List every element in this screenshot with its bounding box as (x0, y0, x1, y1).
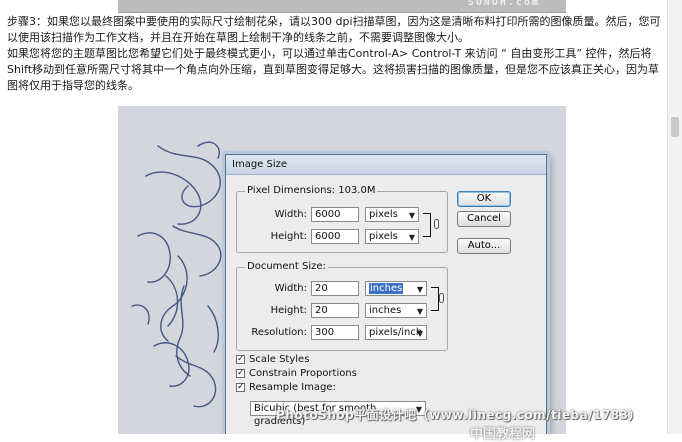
chain-link-icon (439, 293, 444, 303)
document-link-bracket (431, 287, 439, 311)
constrain-proportions-label: Constrain Proportions (249, 368, 357, 379)
pixel-height-unit-select[interactable]: pixels ▼ (365, 229, 419, 244)
image-size-dialog: Image Size OK Cancel Auto... Pixel Dimen… (225, 154, 547, 434)
pixel-width-unit-value: pixels (369, 209, 398, 220)
cancel-button[interactable]: Cancel (457, 211, 511, 227)
strip-brand-text: SONOH.com (467, 0, 540, 8)
document-size-legend: Document Size: (245, 261, 328, 272)
scrollbar-thumb[interactable] (671, 117, 679, 137)
doc-height-unit-select[interactable]: inches ▼ (365, 303, 427, 318)
article-paragraph-2: 如果您将您的主题草图比您希望它们处于最终模式更小，可以通过单击Control-A… (7, 47, 659, 92)
previous-image-strip: SONOH.com (118, 0, 566, 13)
scale-styles-label: Scale Styles (249, 354, 310, 365)
checkmark-icon: ✓ (236, 354, 245, 364)
checkmark-icon: ✓ (236, 368, 245, 378)
doc-width-unit-select[interactable]: inches ▼ (365, 281, 427, 296)
pixel-link-bracket (423, 213, 431, 237)
article-text: 步骤3：如果您以最终图案中要使用的实际尺寸绘制花朵，请以300 dpi扫描草图，… (7, 14, 669, 94)
resample-image-label: Resample Image: (249, 382, 336, 393)
doc-height-unit-value: inches (369, 305, 402, 316)
doc-width-input[interactable]: 20 (311, 281, 359, 296)
doc-height-input[interactable]: 20 (311, 303, 359, 318)
checkmark-icon: ✓ (236, 382, 245, 392)
chevron-down-icon: ▼ (408, 233, 415, 242)
resolution-unit-select[interactable]: pixels/inch ▼ (365, 325, 427, 340)
pixel-width-input[interactable]: 6000 (311, 207, 359, 222)
dialog-title: Image Size (226, 155, 546, 175)
chevron-down-icon: ▼ (408, 211, 415, 220)
pixel-width-unit-select[interactable]: pixels ▼ (365, 207, 419, 222)
pixel-height-input[interactable]: 6000 (311, 229, 359, 244)
forum-watermark: PhotoShop平面设计吧（www.linecg.com/tieba/1783… (276, 408, 642, 422)
doc-height-label: Height: (270, 305, 307, 316)
ok-button[interactable]: OK (457, 191, 511, 207)
page-scrollbar[interactable] (667, 0, 682, 434)
chevron-down-icon: ▼ (416, 307, 423, 316)
pixel-width-label: Width: (274, 209, 307, 220)
pixel-height-label: Height: (270, 231, 307, 242)
pixel-height-unit-value: pixels (369, 231, 398, 242)
doc-width-unit-value: inches (369, 283, 404, 294)
pixel-dimensions-legend: Pixel Dimensions: 103.0M (245, 185, 378, 196)
chevron-down-icon: ▼ (416, 329, 423, 338)
chain-link-icon (434, 219, 439, 229)
pixel-dimensions-group: Pixel Dimensions: 103.0M Width: 6000 pix… (236, 185, 448, 253)
doc-width-label: Width: (274, 283, 307, 294)
site-watermark: 中国教程网 (470, 427, 536, 442)
tutorial-screenshot: Image Size OK Cancel Auto... Pixel Dimen… (118, 106, 566, 434)
resolution-unit-value: pixels/inch (369, 327, 423, 338)
chevron-down-icon: ▼ (416, 285, 423, 294)
document-size-group: Document Size: Width: 20 inches ▼ Height… (236, 261, 448, 351)
resolution-label: Resolution: (251, 327, 307, 338)
article-paragraph-1: 步骤3：如果您以最终图案中要使用的实际尺寸绘制花朵，请以300 dpi扫描草图，… (7, 15, 661, 44)
auto-button[interactable]: Auto... (457, 238, 511, 254)
resolution-input[interactable]: 300 (311, 325, 359, 340)
